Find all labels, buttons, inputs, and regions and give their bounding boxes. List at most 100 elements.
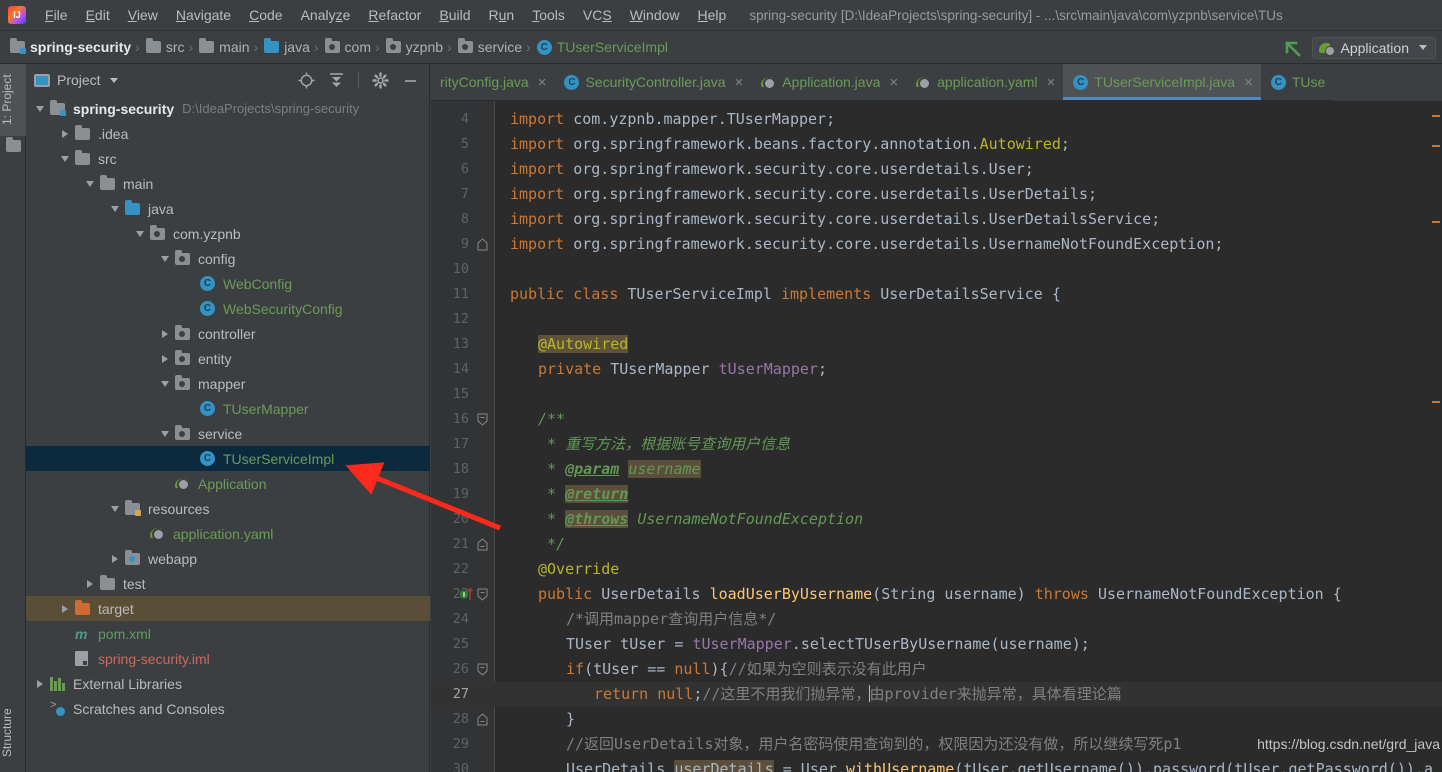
tree-node-spring-security-iml[interactable]: spring-security.iml: [26, 646, 430, 671]
code-line[interactable]: 11 public class TUserServiceImpl implemen…: [431, 282, 1442, 307]
tree-node-application[interactable]: Application: [26, 471, 430, 496]
menu-item-analyze[interactable]: Analyze: [292, 4, 360, 26]
menu-item-build[interactable]: Build: [430, 4, 479, 26]
chevron-down-icon[interactable]: [1419, 45, 1427, 50]
code-line[interactable]: 13 @Autowired: [431, 332, 1442, 357]
menu-item-refactor[interactable]: Refactor: [359, 4, 430, 26]
chevron-down-icon[interactable]: [134, 230, 146, 237]
tree-node-webapp[interactable]: webapp: [26, 546, 430, 571]
back-arrow-icon[interactable]: [1282, 38, 1304, 58]
menu-item-window[interactable]: Window: [621, 4, 689, 26]
menu-item-file[interactable]: File: [36, 4, 77, 26]
tree-node-websecurityconfig[interactable]: C WebSecurityConfig: [26, 296, 430, 321]
breadcrumb-item-com[interactable]: com: [321, 38, 373, 55]
tree-node-scratches-and-consoles[interactable]: Scratches and Consoles: [26, 696, 430, 721]
tool-window-button-structure[interactable]: Structure: [0, 698, 26, 768]
code-line[interactable]: 30 UserDetails userDetails = User.withUse…: [431, 757, 1442, 772]
menu-item-edit[interactable]: Edit: [77, 4, 119, 26]
editor-tab-application-yaml[interactable]: application.yaml ×: [906, 64, 1064, 101]
menu-item-code[interactable]: Code: [240, 4, 291, 26]
chevron-down-icon[interactable]: [84, 180, 96, 187]
close-icon[interactable]: ×: [735, 74, 744, 91]
code-fold-marker[interactable]: [477, 538, 488, 551]
tree-node-mapper[interactable]: mapper: [26, 371, 430, 396]
breadcrumb[interactable]: spring-security › src › main › java › com › yzpnb ›…: [0, 38, 670, 55]
breadcrumb-item-java[interactable]: java: [260, 38, 312, 55]
tree-node-spring-security[interactable]: spring-security D:\IdeaProjects\spring-se…: [26, 96, 430, 121]
menu-item-navigate[interactable]: Navigate: [167, 4, 240, 26]
code-line[interactable]: 22 @Override: [431, 557, 1442, 582]
breadcrumb-item-spring-security[interactable]: spring-security: [6, 38, 133, 55]
tree-node-src[interactable]: src: [26, 146, 430, 171]
editor-tab-tuse[interactable]: C TUse: [1260, 64, 1334, 101]
code-line[interactable]: 23public UserDetails loadUserByUsername(…: [431, 582, 1442, 607]
code-line[interactable]: 6 import org.springframework.security.cor…: [431, 157, 1442, 182]
editor-tab-bar[interactable]: rityConfig.java × C SecurityController.java…: [431, 64, 1442, 101]
tree-node-config[interactable]: config: [26, 246, 430, 271]
menu-item-tools[interactable]: Tools: [523, 4, 574, 26]
chevron-down-icon[interactable]: [34, 105, 46, 112]
code-line[interactable]: 17 * 重写方法，根据账号查询用户信息: [431, 432, 1442, 457]
editor-error-stripe[interactable]: [1430, 101, 1442, 772]
error-stripe-mark[interactable]: [1432, 401, 1440, 403]
code-line[interactable]: 4 import com.yzpnb.mapper.TUserMapper;: [431, 107, 1442, 132]
error-stripe-mark[interactable]: [1432, 221, 1440, 223]
tree-node-main[interactable]: main: [26, 171, 430, 196]
tree-node-entity[interactable]: entity: [26, 346, 430, 371]
code-line[interactable]: 15: [431, 382, 1442, 407]
chevron-down-icon[interactable]: [159, 255, 171, 262]
breadcrumb-item-tuserserviceimpl[interactable]: C TUserServiceImpl: [533, 39, 670, 55]
override-method-icon[interactable]: [459, 586, 475, 608]
tree-node-resources[interactable]: resources: [26, 496, 430, 521]
collapse-all-icon[interactable]: [328, 72, 345, 89]
code-line[interactable]: 5 import org.springframework.beans.factor…: [431, 132, 1442, 157]
chevron-right-icon[interactable]: [109, 554, 121, 563]
menu-item-view[interactable]: View: [119, 4, 167, 26]
code-line[interactable]: 18 * @param username: [431, 457, 1442, 482]
breadcrumb-item-src[interactable]: src: [142, 38, 187, 55]
code-line[interactable]: 19 * @return: [431, 482, 1442, 507]
code-line[interactable]: 25 TUser tUser = tUserMapper.selectTUserB…: [431, 632, 1442, 657]
code-line[interactable]: 9 import org.springframework.security.cor…: [431, 232, 1442, 257]
code-editor[interactable]: 4 import com.yzpnb.mapper.TUserMapper; 5 im…: [431, 101, 1442, 772]
code-line[interactable]: 16 /**: [431, 407, 1442, 432]
code-line[interactable]: 24 /*调用mapper查询用户信息*/: [431, 607, 1442, 632]
tree-node-tusermapper[interactable]: C TUserMapper: [26, 396, 430, 421]
chevron-right-icon[interactable]: [159, 329, 171, 338]
chevron-down-icon[interactable]: [159, 430, 171, 437]
tree-node-target[interactable]: target: [26, 596, 430, 621]
code-line[interactable]: 7 import org.springframework.security.cor…: [431, 182, 1442, 207]
error-stripe-mark[interactable]: [1432, 115, 1440, 117]
run-configuration-selector[interactable]: Application: [1311, 36, 1436, 59]
code-line[interactable]: 10: [431, 257, 1442, 282]
editor-code-area[interactable]: 4 import com.yzpnb.mapper.TUserMapper; 5 im…: [431, 101, 1442, 772]
tree-node-controller[interactable]: controller: [26, 321, 430, 346]
chevron-right-icon[interactable]: [59, 129, 71, 138]
chevron-right-icon[interactable]: [59, 604, 71, 613]
code-line[interactable]: 26 if(tUser == null){//如果为空则表示没有此用户: [431, 657, 1442, 682]
code-fold-marker[interactable]: [477, 713, 488, 726]
code-line[interactable]: 21 */: [431, 532, 1442, 557]
chevron-down-icon[interactable]: [109, 77, 118, 83]
project-tree[interactable]: spring-security D:\IdeaProjects\spring-se…: [26, 96, 430, 772]
tree-node-service[interactable]: service: [26, 421, 430, 446]
chevron-right-icon[interactable]: [159, 354, 171, 363]
tree-node-webconfig[interactable]: C WebConfig: [26, 271, 430, 296]
close-icon[interactable]: ×: [889, 74, 898, 91]
editor-tab-securitycontroller-java[interactable]: C SecurityController.java ×: [554, 64, 752, 101]
editor-tab-tuserserviceimpl-java[interactable]: C TUserServiceImpl.java ×: [1063, 64, 1261, 101]
tree-node-application-yaml[interactable]: application.yaml: [26, 521, 430, 546]
editor-tab-application-java[interactable]: Application.java ×: [751, 64, 907, 101]
menu-item-vcs[interactable]: VCS: [574, 4, 621, 26]
breadcrumb-item-main[interactable]: main: [195, 38, 251, 55]
breadcrumb-item-yzpnb[interactable]: yzpnb: [382, 38, 445, 55]
code-line[interactable]: 28}: [431, 707, 1442, 732]
editor-tab-rityconfig-java[interactable]: rityConfig.java ×: [431, 64, 555, 101]
tree-node-pom-xml[interactable]: m pom.xml: [26, 621, 430, 646]
minimize-icon[interactable]: [402, 72, 419, 89]
error-stripe-mark[interactable]: [1432, 145, 1440, 147]
chevron-right-icon[interactable]: [84, 579, 96, 588]
code-line[interactable]: 27 return null;//这里不用我们抛异常，由provider来抛异常，…: [431, 682, 1442, 707]
code-line[interactable]: 8 import org.springframework.security.cor…: [431, 207, 1442, 232]
chevron-down-icon[interactable]: [159, 380, 171, 387]
